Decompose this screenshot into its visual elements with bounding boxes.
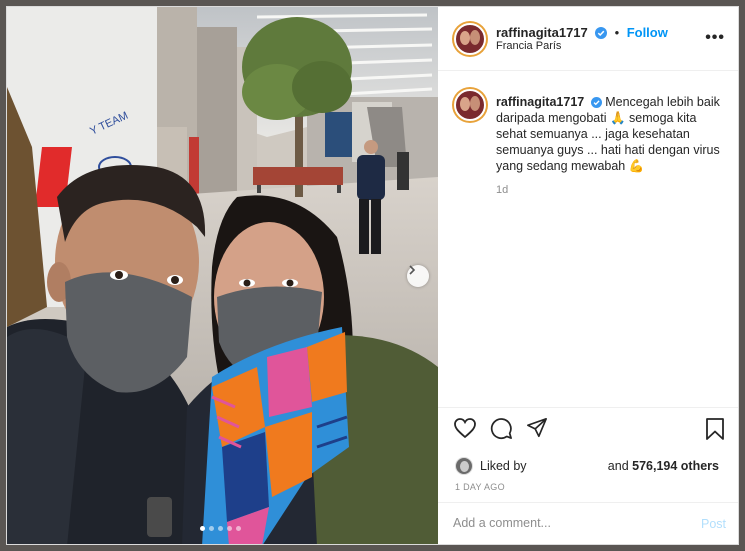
comment-icon[interactable] (490, 417, 513, 440)
liked-by-label: Liked by (480, 459, 527, 473)
post-modal: Y TEAM raffinagita1717 • Follow Francia … (6, 6, 739, 545)
carousel-dot[interactable] (200, 526, 205, 531)
bookmark-icon[interactable] (705, 417, 725, 441)
header-username[interactable]: raffinagita1717 (496, 25, 588, 40)
page-background: Y TEAM raffinagita1717 • Follow Francia … (0, 0, 745, 551)
avatar[interactable] (452, 21, 488, 57)
photo-illustration: Y TEAM (7, 7, 438, 544)
verified-badge-icon (595, 27, 608, 39)
carousel-dot[interactable] (218, 526, 223, 531)
post-photo[interactable]: Y TEAM (7, 7, 438, 544)
caption-username[interactable]: raffinagita1717 (496, 95, 584, 109)
chevron-right-icon (409, 265, 416, 275)
comment-bar: Post (438, 502, 738, 544)
more-options-icon[interactable]: ••• (705, 29, 725, 47)
post-header: raffinagita1717 • Follow Francia París •… (438, 7, 738, 71)
post-side-panel: raffinagita1717 • Follow Francia París •… (438, 7, 738, 544)
carousel-dot[interactable] (209, 526, 214, 531)
likes-prefix: and (607, 459, 633, 473)
carousel-dots (200, 526, 241, 531)
post-caption: raffinagita1717 Mencegah lebih baik dari… (496, 94, 728, 174)
carousel-next-button[interactable] (407, 265, 429, 287)
separator-dot: • (614, 25, 620, 40)
post-date[interactable]: 1 DAY AGO (455, 482, 505, 492)
comment-input[interactable] (453, 516, 683, 530)
follow-button[interactable]: Follow (627, 25, 668, 40)
paper-plane-icon[interactable] (526, 417, 548, 439)
likes-count: 576,194 others (632, 459, 719, 473)
post-comment-button[interactable]: Post (701, 517, 726, 531)
liker-avatar[interactable] (455, 457, 473, 475)
caption-timestamp: 1d (496, 184, 509, 196)
heart-icon[interactable] (453, 417, 477, 439)
verified-badge-icon (590, 97, 602, 108)
likes-summary: Liked by and 576,194 others (455, 457, 725, 475)
location-link[interactable]: Francia París (496, 40, 561, 52)
caption-avatar[interactable] (452, 87, 488, 123)
carousel-dot[interactable] (236, 526, 241, 531)
carousel-dot[interactable] (227, 526, 232, 531)
likes-count-link[interactable]: and 576,194 others (608, 459, 719, 473)
